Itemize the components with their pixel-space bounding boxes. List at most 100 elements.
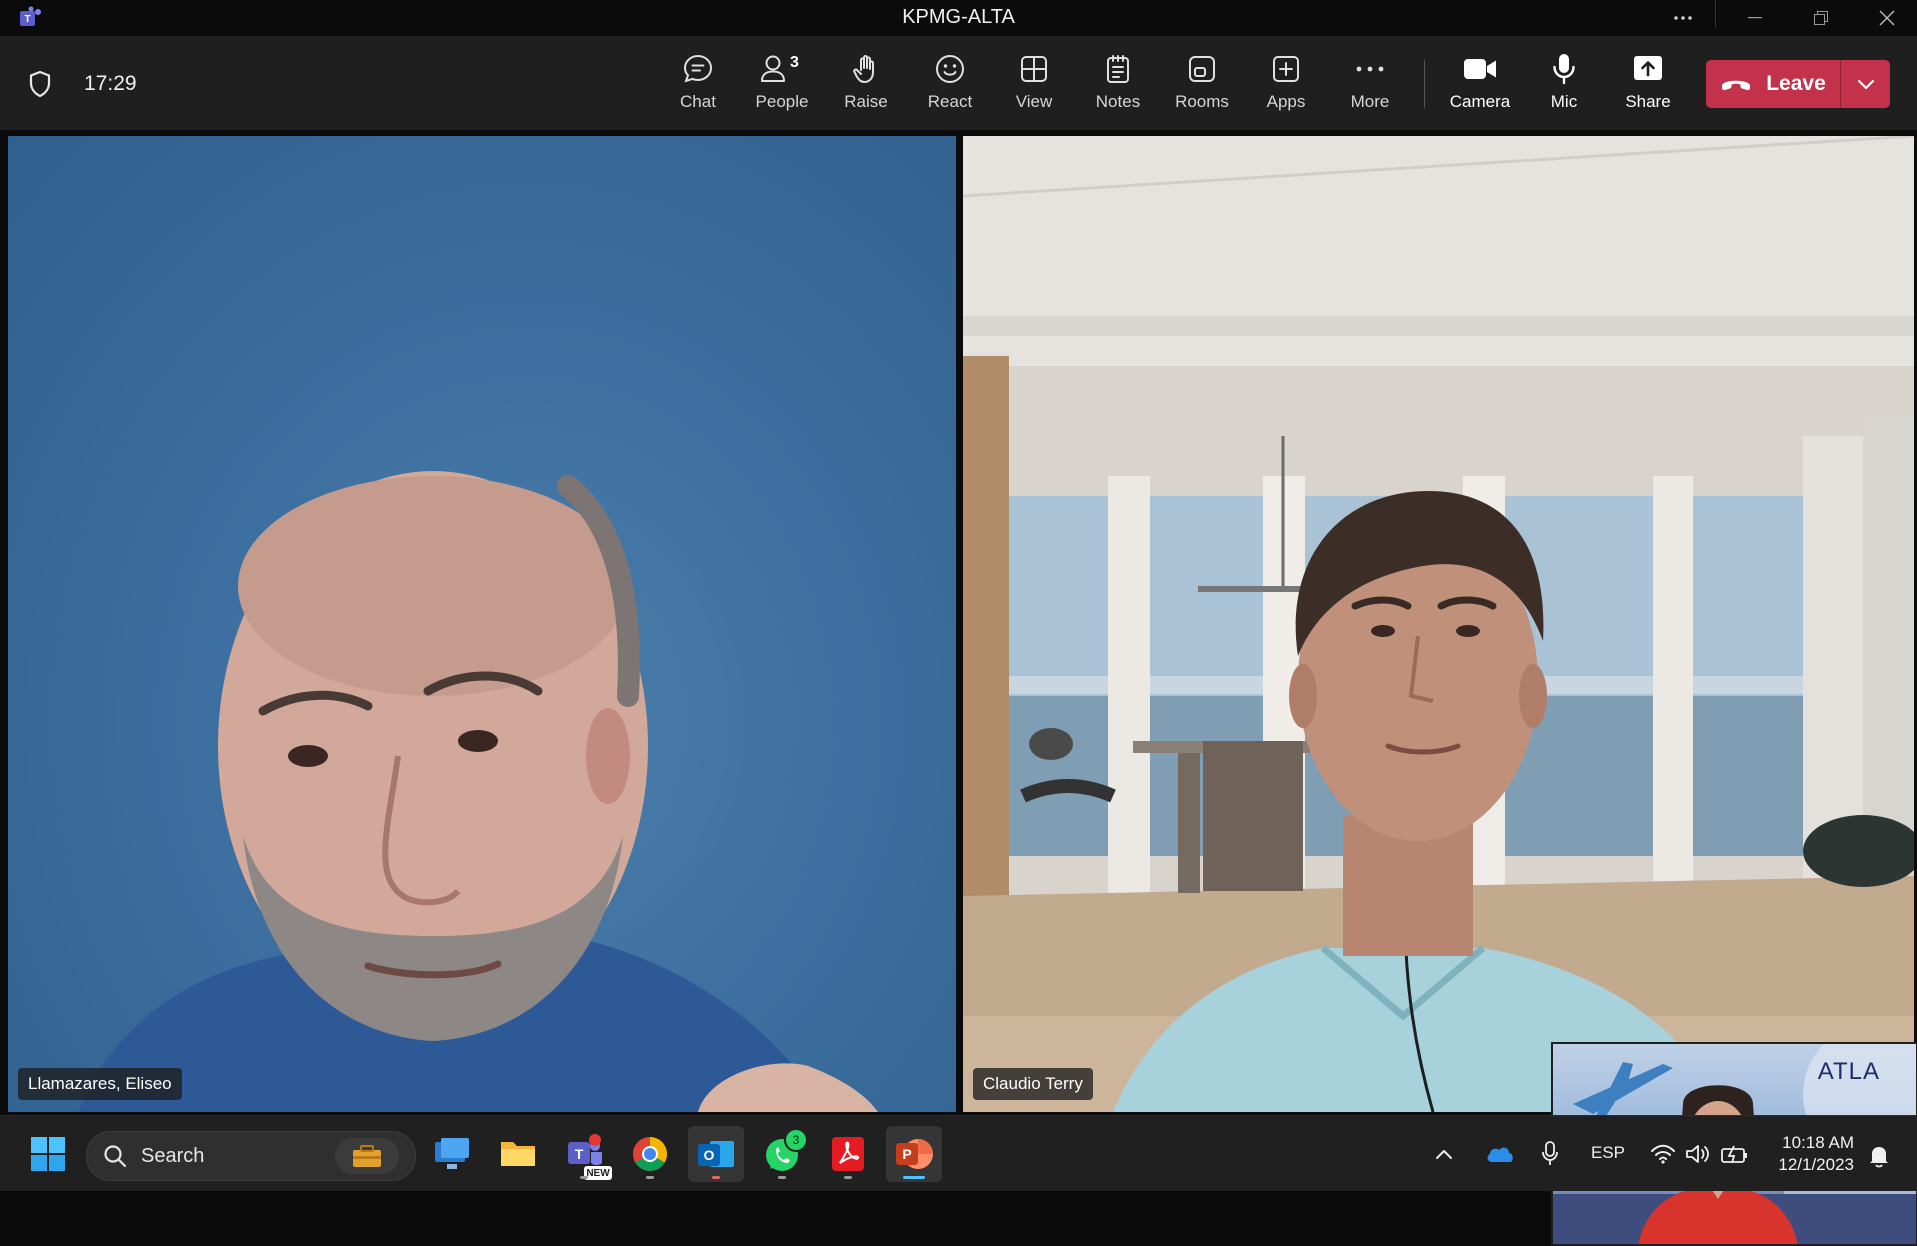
raise-label: Raise xyxy=(844,92,888,111)
title-separator xyxy=(1715,0,1716,28)
taskbar-clock[interactable]: 10:18 AM 12/1/2023 xyxy=(1768,1132,1854,1176)
start-button[interactable] xyxy=(20,1126,76,1182)
participant-video-tile[interactable]: Llamazares, Eliseo xyxy=(8,136,956,1112)
teams-taskbar-icon[interactable]: T NEW xyxy=(556,1126,612,1182)
add-apps-icon xyxy=(1273,56,1299,82)
leave-label: Leave xyxy=(1766,72,1826,95)
rooms-icon xyxy=(1189,56,1215,82)
shield-icon[interactable] xyxy=(28,70,52,98)
clock-time: 10:18 AM xyxy=(1782,1133,1854,1152)
more-button[interactable]: More xyxy=(1328,50,1412,122)
toolbar-divider xyxy=(1424,60,1425,108)
chrome-icon xyxy=(633,1137,667,1171)
chrome-taskbar-icon[interactable] xyxy=(622,1126,678,1182)
people-count: 3 xyxy=(790,54,799,71)
input-language-indicator[interactable]: ESP xyxy=(1591,1143,1625,1163)
view-button[interactable]: View xyxy=(992,50,1076,122)
onedrive-tray-icon[interactable] xyxy=(1480,1126,1520,1182)
notification-bell-icon[interactable] xyxy=(1868,1144,1890,1168)
react-label: React xyxy=(927,92,973,111)
smiley-icon xyxy=(936,55,964,83)
people-button[interactable]: 3 People xyxy=(740,50,824,122)
wifi-icon[interactable] xyxy=(1650,1144,1676,1164)
windows-taskbar: Search T NEW O 3 P ESP 10:18 AM 12/1/202… xyxy=(0,1115,1917,1191)
title-bar: T KPMG-ALTA xyxy=(0,0,1917,36)
active-indicator xyxy=(903,1176,925,1179)
participant-name-tag: Claudio Terry xyxy=(973,1068,1093,1100)
windows-logo-icon xyxy=(31,1137,65,1171)
chevron-up-icon xyxy=(1436,1150,1452,1159)
leave-control: Leave xyxy=(1706,60,1890,108)
new-badge: NEW xyxy=(584,1166,612,1180)
close-button[interactable] xyxy=(1854,0,1917,36)
apps-button[interactable]: Apps xyxy=(1244,50,1328,122)
grid-view-icon xyxy=(1021,56,1047,82)
minimize-button[interactable] xyxy=(1722,0,1788,36)
atla-logo: ATLA xyxy=(1817,1058,1880,1085)
cloud-icon xyxy=(1487,1147,1513,1162)
react-button[interactable]: React xyxy=(908,50,992,122)
meeting-toolbar: 17:29 Chat 3 People Raise React View Not… xyxy=(0,36,1917,130)
acrobat-taskbar-icon[interactable] xyxy=(820,1126,876,1182)
microphone-icon xyxy=(1553,54,1575,85)
monitor-icon xyxy=(435,1138,469,1169)
leave-button[interactable]: Leave xyxy=(1706,60,1840,108)
svg-text:T: T xyxy=(575,1146,584,1162)
running-indicator xyxy=(580,1176,588,1179)
running-indicator xyxy=(646,1176,654,1179)
show-hidden-icons-button[interactable] xyxy=(1424,1126,1464,1182)
chat-icon xyxy=(683,54,713,83)
notes-icon xyxy=(1107,55,1129,83)
participant-name-tag: Llamazares, Eliseo xyxy=(18,1068,182,1100)
more-options-icon[interactable] xyxy=(1658,0,1708,36)
mic-label: Mic xyxy=(1550,92,1578,111)
battery-charging-icon[interactable] xyxy=(1721,1144,1749,1164)
notes-label: Notes xyxy=(1095,92,1141,111)
hang-up-icon xyxy=(1722,80,1751,91)
search-icon xyxy=(104,1145,127,1168)
svg-text:P: P xyxy=(902,1146,911,1162)
share-label: Share xyxy=(1625,92,1671,111)
restore-button[interactable] xyxy=(1788,0,1854,36)
clock-date: 12/1/2023 xyxy=(1778,1155,1854,1174)
camera-label: Camera xyxy=(1449,92,1511,111)
participant-video xyxy=(78,471,878,1112)
outlook-icon: O xyxy=(698,1141,734,1167)
notes-button[interactable]: Notes xyxy=(1076,50,1160,122)
powerpoint-icon: P xyxy=(896,1139,933,1169)
whatsapp-taskbar-icon[interactable]: 3 xyxy=(754,1126,810,1182)
share-button[interactable]: Share xyxy=(1606,50,1690,122)
leave-options-button[interactable] xyxy=(1841,78,1890,90)
apps-label: Apps xyxy=(1266,92,1306,111)
microphone-icon xyxy=(1542,1141,1558,1165)
taskbar-search-box[interactable]: Search xyxy=(86,1131,416,1181)
microphone-tray-icon[interactable] xyxy=(1530,1126,1570,1182)
participant-video-tile[interactable]: Claudio Terry xyxy=(963,136,1914,1112)
video-stage: Llamazares, Eliseo Claudio Terry ATLA xyxy=(0,130,1917,1246)
running-indicator xyxy=(844,1176,852,1179)
raise-hand-icon xyxy=(853,55,874,83)
svg-text:O: O xyxy=(704,1147,715,1163)
remote-desktop-taskbar-icon[interactable] xyxy=(424,1126,480,1182)
chat-button[interactable]: Chat xyxy=(656,50,740,122)
outlook-taskbar-icon[interactable]: O xyxy=(688,1126,744,1182)
pdf-icon xyxy=(832,1137,864,1171)
rooms-label: Rooms xyxy=(1175,92,1229,111)
camera-button[interactable]: Camera xyxy=(1438,50,1522,122)
search-label: Search xyxy=(141,1145,205,1167)
chevron-down-icon xyxy=(1857,79,1874,90)
chat-label: Chat xyxy=(680,92,716,111)
running-indicator xyxy=(778,1176,786,1179)
mic-button[interactable]: Mic xyxy=(1522,50,1606,122)
people-label: People xyxy=(755,92,809,111)
briefcase-icon xyxy=(335,1138,399,1174)
volume-icon[interactable] xyxy=(1685,1143,1711,1165)
powerpoint-taskbar-icon[interactable]: P xyxy=(886,1126,942,1182)
share-screen-icon xyxy=(1634,56,1662,80)
participant-video xyxy=(963,136,1914,1112)
meeting-timer: 17:29 xyxy=(84,72,137,95)
file-explorer-taskbar-icon[interactable] xyxy=(490,1126,546,1182)
raise-hand-button[interactable]: Raise xyxy=(824,50,908,122)
rooms-button[interactable]: Rooms xyxy=(1160,50,1244,122)
more-icon xyxy=(1356,66,1384,72)
